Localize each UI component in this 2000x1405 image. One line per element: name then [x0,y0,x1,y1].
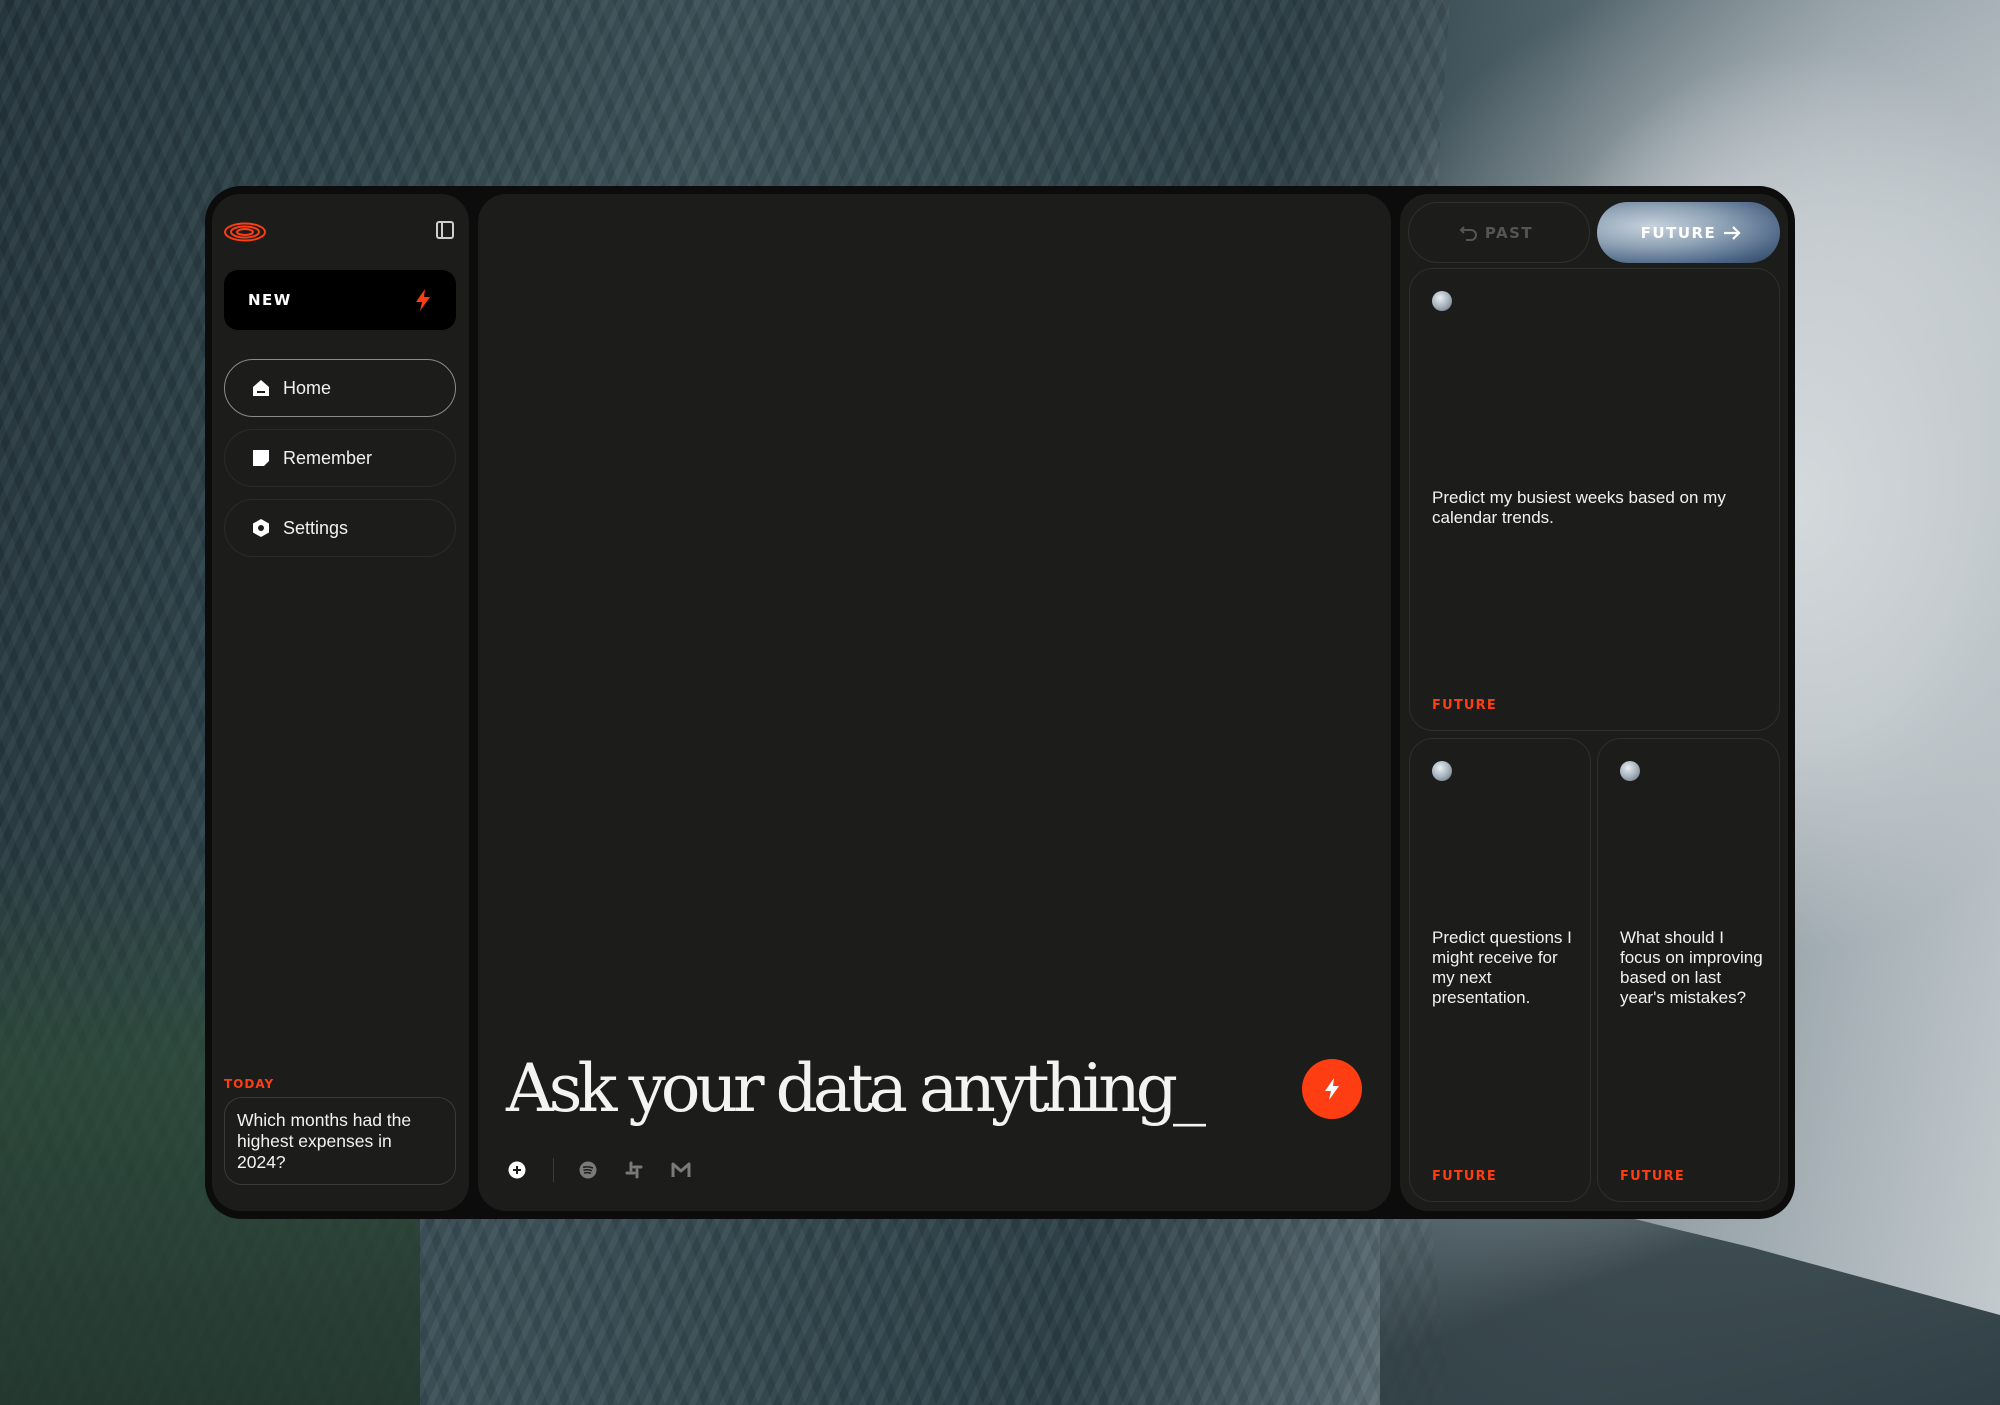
sidebar-toggle-icon[interactable] [436,221,454,239]
sidebar-item-label: Remember [283,447,373,468]
new-chat-button[interactable]: NEW [224,270,456,330]
sidebar-item-label: Settings [283,517,349,538]
spotify-icon[interactable] [578,1160,598,1180]
bolt-icon [1325,1078,1339,1100]
sidebar-item-label: Home [283,377,332,398]
suggestion-card[interactable]: Predict my busiest weeks based on my cal… [1409,268,1780,731]
add-icon[interactable] [507,1160,527,1180]
undo-icon [1459,225,1477,241]
suggestion-card[interactable]: Predict questions I might receive for my… [1409,738,1591,1202]
past-tab[interactable]: PAST [1408,202,1590,263]
avatar [1432,291,1452,311]
suggestion-text: Predict my busiest weeks based on my cal… [1432,488,1726,527]
sidebar-item-home[interactable]: Home [224,359,456,417]
history-item[interactable]: Which months had the highest expenses in… [224,1097,456,1185]
suggestion-text: What should I focus on improving based o… [1620,928,1763,1007]
past-tab-label: PAST [1484,223,1534,242]
settings-icon [251,518,271,538]
toolbar-divider [553,1158,554,1182]
sidebar-item-remember[interactable]: Remember [224,429,456,487]
suggestion-text: Predict questions I might receive for my… [1432,928,1572,1007]
note-icon [251,448,271,468]
sidebar-item-settings[interactable]: Settings [224,499,456,557]
suggestion-tag: FUTURE [1432,1169,1497,1184]
avatar [1432,761,1452,781]
history-section-label: TODAY [224,1077,275,1091]
suggestion-card[interactable]: What should I focus on improving based o… [1597,738,1780,1202]
logo-icon[interactable] [224,222,266,242]
arrow-right-icon [1724,225,1741,240]
sidebar [212,194,469,1211]
gmail-icon[interactable] [671,1160,691,1180]
suggestion-tag: FUTURE [1620,1169,1685,1184]
new-chat-label: NEW [248,291,292,309]
send-button[interactable] [1302,1059,1362,1119]
prompt-input[interactable]: Ask your data anything_ [506,1045,1206,1133]
home-icon [251,378,271,398]
slack-icon[interactable] [624,1160,644,1180]
future-tab[interactable]: FUTURE [1597,202,1780,263]
bolt-icon [416,289,430,311]
suggestion-tag: FUTURE [1432,698,1497,713]
future-tab-label: FUTURE [1640,223,1717,242]
avatar [1620,761,1640,781]
